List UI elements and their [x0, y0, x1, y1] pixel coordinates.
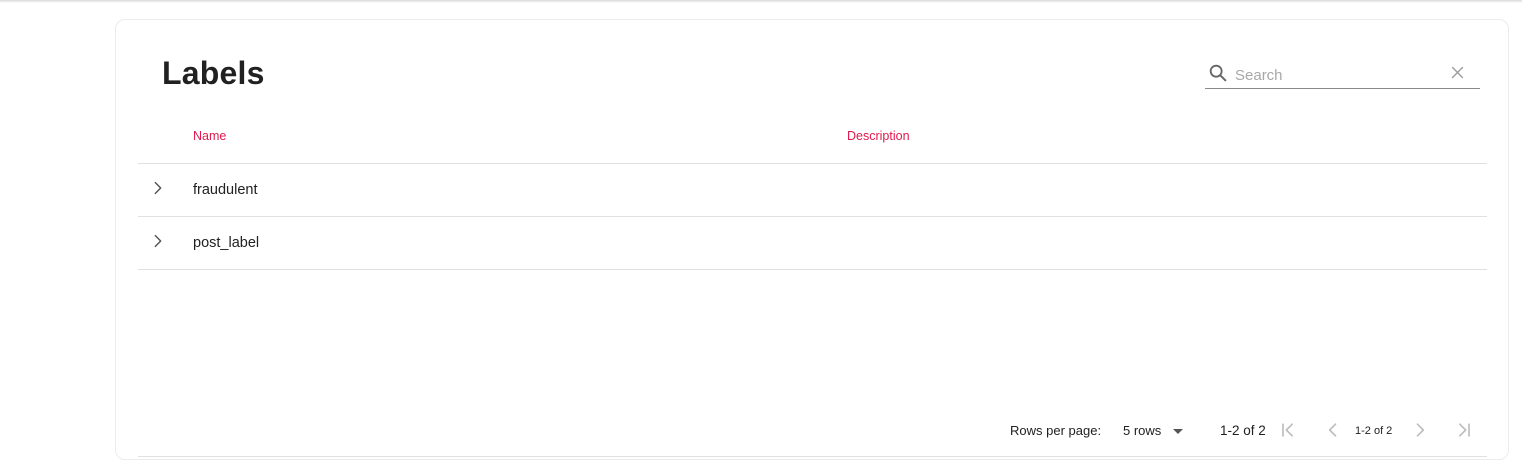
- last-page-button[interactable]: [1454, 420, 1474, 440]
- rows-per-page-select[interactable]: 5 rows: [1123, 423, 1184, 445]
- pagination-range: 1-2 of 2: [1220, 423, 1266, 438]
- column-header-description[interactable]: Description: [847, 129, 910, 143]
- labels-card: Labels Name Description fraudulent: [115, 19, 1509, 460]
- first-page-button[interactable]: [1278, 420, 1298, 440]
- next-page-button[interactable]: [1410, 420, 1430, 440]
- close-icon[interactable]: [1449, 64, 1466, 81]
- chevron-right-icon[interactable]: [150, 180, 166, 196]
- row-name: post_label: [193, 235, 260, 251]
- last-page-icon: [1459, 423, 1470, 437]
- labels-table: Name Description fraudulent post_label: [138, 108, 1487, 270]
- page-indicator: 1-2 of 2: [1355, 425, 1393, 437]
- top-shadow: [0, 0, 1522, 3]
- rows-per-page-value: 5 rows: [1123, 423, 1162, 438]
- row-name: fraudulent: [193, 182, 258, 198]
- table-header: Name Description: [138, 108, 1487, 164]
- page-title: Labels: [162, 55, 265, 91]
- first-page-icon: [1282, 423, 1293, 437]
- search-field[interactable]: [1205, 60, 1480, 89]
- chevron-left-icon: [1328, 423, 1337, 437]
- rows-per-page-label: Rows per page:: [1010, 423, 1102, 438]
- caret-down-icon: [1173, 429, 1184, 435]
- table-row[interactable]: post_label: [138, 217, 1487, 270]
- chevron-right-icon: [1416, 423, 1425, 437]
- previous-page-button[interactable]: [1323, 420, 1343, 440]
- chevron-right-icon[interactable]: [150, 233, 166, 249]
- search-input[interactable]: [1235, 64, 1440, 86]
- column-header-name[interactable]: Name: [193, 129, 226, 143]
- search-icon: [1209, 64, 1227, 82]
- footer-divider: [138, 456, 1487, 457]
- table-row[interactable]: fraudulent: [138, 164, 1487, 217]
